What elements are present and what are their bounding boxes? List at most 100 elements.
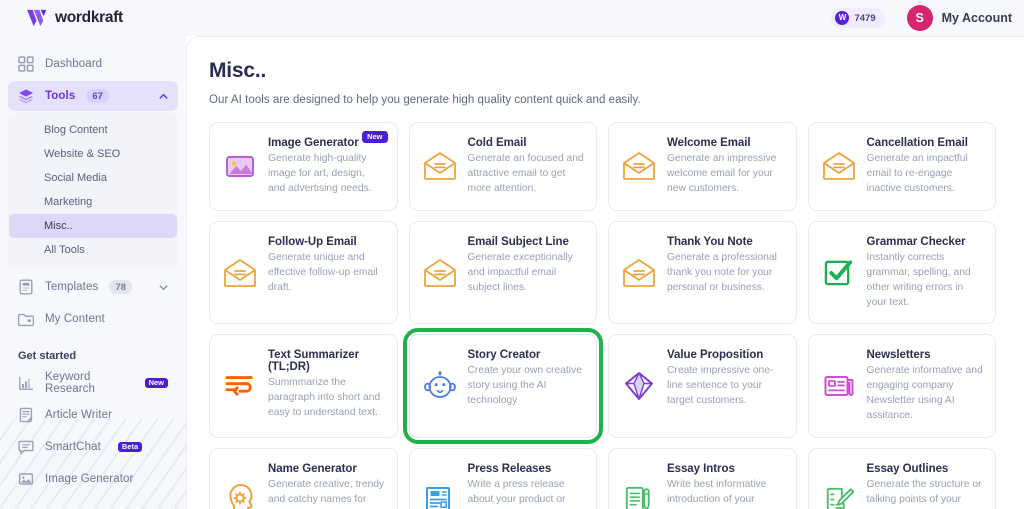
sidebar-item-keyword-research[interactable]: Keyword Research New (8, 368, 178, 398)
document-pen-icon (621, 482, 657, 509)
card-title: Grammar Checker (867, 236, 984, 248)
chevron-up-icon[interactable] (159, 92, 168, 101)
page-subtitle: Our AI tools are designed to help you ge… (209, 94, 996, 106)
open-envelope-icon (422, 255, 458, 291)
card-title: Essay Intros (667, 463, 784, 475)
sidebar-subitem-blog-content[interactable]: Blog Content (9, 118, 177, 142)
card-body: Cold Email Generate an focused and attra… (468, 136, 585, 197)
sidebar-item-label: My Content (45, 313, 105, 325)
diamond-icon (621, 368, 657, 404)
card-body: Follow-Up Email Generate unique and effe… (268, 235, 385, 311)
credits-value: 7479 (854, 13, 875, 24)
sidebar-item-label: SmartChat (45, 441, 101, 453)
tool-card-text-summarizer[interactable]: Text Summarizer (TL;DR) Summmarize the p… (209, 334, 398, 438)
sidebar-item-label: Tools (45, 90, 75, 102)
card-description: Generate the structure or talking points… (867, 478, 984, 509)
tool-card-thank-you-note[interactable]: Thank You Note Generate a professional t… (608, 221, 797, 325)
tool-card-value-proposition[interactable]: Value Proposition Create impressive one-… (608, 334, 797, 438)
card-body: Welcome Email Generate an impressive wel… (667, 136, 784, 197)
sidebar-subitem-website-seo[interactable]: Website & SEO (9, 142, 177, 166)
card-description: Instantly corrects grammar, spelling, an… (867, 251, 984, 311)
card-description: Generate creative, trendy and catchy nam… (268, 478, 385, 509)
card-title: Newsletters (867, 349, 984, 361)
card-title: Thank You Note (667, 236, 784, 248)
card-title: Value Proposition (667, 349, 784, 361)
open-envelope-icon (821, 148, 857, 184)
card-title: Text Summarizer (TL;DR) (268, 349, 385, 373)
chat-bubble-icon (18, 439, 34, 455)
get-started-heading: Get started (18, 350, 186, 362)
card-body: Text Summarizer (TL;DR) Summmarize the p… (268, 348, 385, 424)
brand-logo-area[interactable]: wordkraft (26, 9, 123, 27)
tool-card-grammar-checker[interactable]: Grammar Checker Instantly corrects gramm… (808, 221, 997, 325)
card-title: Cancellation Email (867, 137, 984, 149)
card-title: Email Subject Line (468, 236, 585, 248)
card-description: Create your own creative story using the… (468, 364, 585, 409)
card-description: Write best informative introduction of y… (667, 478, 784, 509)
card-body: Essay Intros Write best informative intr… (667, 462, 784, 509)
sidebar-item-my-content[interactable]: My Content (8, 304, 178, 334)
tool-card-newsletters[interactable]: Newsletters Generate informative and eng… (808, 334, 997, 438)
sidebar-item-article-writer[interactable]: Article Writer (8, 400, 178, 430)
tool-card-cold-email[interactable]: Cold Email Generate an focused and attra… (409, 122, 598, 211)
grid-icon (18, 56, 34, 72)
card-description: Generate an impressive welcome email for… (667, 152, 784, 197)
account-menu[interactable]: S My Account (907, 5, 1012, 31)
body-wrapper: Dashboard Tools 67 Blog (0, 36, 1024, 509)
sidebar: Dashboard Tools 67 Blog (0, 36, 186, 509)
outline-pen-icon (821, 482, 857, 509)
new-badge: New (362, 131, 387, 143)
card-title: Name Generator (268, 463, 385, 475)
template-icon (18, 279, 34, 295)
checkmark-box-icon (821, 255, 857, 291)
tool-card-name-generator[interactable]: Name Generator Generate creative, trendy… (209, 448, 398, 509)
tool-card-press-releases[interactable]: Press Releases Write a press release abo… (409, 448, 598, 509)
card-body: Name Generator Generate creative, trendy… (268, 462, 385, 509)
sidebar-subitem-all-tools[interactable]: All Tools (9, 238, 177, 262)
card-body: Grammar Checker Instantly corrects gramm… (867, 235, 984, 311)
sidebar-templates-count: 78 (109, 280, 132, 294)
open-envelope-icon (222, 255, 258, 291)
chevron-down-icon[interactable] (159, 283, 168, 292)
sidebar-item-dashboard[interactable]: Dashboard (8, 49, 178, 79)
subnav-label: All Tools (44, 244, 85, 256)
credits-pill[interactable]: W 7479 (831, 8, 884, 28)
page-title: Misc.. (209, 59, 996, 83)
new-badge: New (145, 378, 168, 389)
card-description: Summmarize the paragraph into short and … (268, 376, 385, 421)
tool-card-essay-intros[interactable]: Essay Intros Write best informative intr… (608, 448, 797, 509)
tool-card-cancellation-email[interactable]: Cancellation Email Generate an impactful… (808, 122, 997, 211)
wordkraft-w-logo-icon (26, 9, 48, 27)
main-content: Misc.. Our AI tools are designed to help… (186, 36, 1024, 509)
card-title: Follow-Up Email (268, 236, 385, 248)
card-description: Create impressive one-line sentence to y… (667, 364, 784, 409)
sidebar-subitem-marketing[interactable]: Marketing (9, 190, 177, 214)
sidebar-item-image-generator[interactable]: Image Generator (8, 464, 178, 494)
sidebar-subitem-social-media[interactable]: Social Media (9, 166, 177, 190)
head-gear-icon (222, 482, 258, 509)
card-body: Thank You Note Generate a professional t… (667, 235, 784, 311)
sidebar-item-tools[interactable]: Tools 67 (8, 81, 178, 111)
card-description: Write a press release about your product… (468, 478, 585, 509)
card-title: Welcome Email (667, 137, 784, 149)
tool-card-story-creator[interactable]: Story Creator Create your own creative s… (409, 334, 598, 438)
sidebar-item-smartchat[interactable]: SmartChat Beta (8, 432, 178, 462)
image-icon (18, 471, 34, 487)
tool-card-welcome-email[interactable]: Welcome Email Generate an impressive wel… (608, 122, 797, 211)
card-body: Image Generator Generate high-quality im… (268, 136, 385, 197)
card-description: Generate high-quality image for art, des… (268, 152, 385, 197)
folder-icon (18, 311, 34, 327)
open-envelope-icon (621, 148, 657, 184)
tools-grid: Image Generator Generate high-quality im… (209, 122, 996, 509)
tool-card-follow-up-email[interactable]: Follow-Up Email Generate unique and effe… (209, 221, 398, 325)
card-body: Press Releases Write a press release abo… (468, 462, 585, 509)
tool-card-email-subject-line[interactable]: Email Subject Line Generate exceptionall… (409, 221, 598, 325)
sidebar-item-templates[interactable]: Templates 78 (8, 272, 178, 302)
card-description: Generate an impactful email to re-engage… (867, 152, 984, 197)
image-picture-icon (222, 148, 258, 184)
tool-card-image-generator[interactable]: Image Generator Generate high-quality im… (209, 122, 398, 211)
sidebar-item-label: Image Generator (45, 473, 133, 485)
sidebar-subitem-misc[interactable]: Misc.. (9, 214, 177, 238)
top-bar: wordkraft W 7479 S My Account (0, 0, 1024, 36)
tool-card-essay-outlines[interactable]: Essay Outlines Generate the structure or… (808, 448, 997, 509)
